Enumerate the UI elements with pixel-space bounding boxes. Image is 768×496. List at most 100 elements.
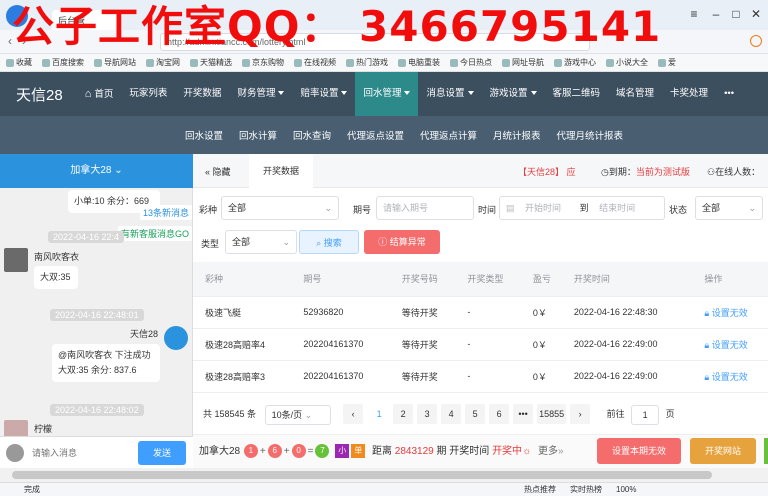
nav-item[interactable]: 卡奖处理 xyxy=(662,72,716,116)
bookmark-item[interactable]: 收藏 xyxy=(6,57,32,68)
lottery-site-button[interactable]: 开奖网站 xyxy=(690,438,756,464)
subnav-item[interactable]: 代理月统计报表 xyxy=(549,128,632,142)
status-item[interactable]: 热点推荐 xyxy=(524,485,556,494)
subnav-item[interactable]: 回水计算 xyxy=(231,128,285,142)
bookmark-label: 收藏 xyxy=(16,58,32,67)
page-number[interactable]: 1 xyxy=(369,404,390,424)
nav-item[interactable]: 回水管理 xyxy=(355,72,419,116)
bookmark-item[interactable]: 百度搜索 xyxy=(42,57,84,68)
action-label[interactable]: 设置无效 xyxy=(712,372,748,382)
action-label[interactable]: 设置无效 xyxy=(712,340,748,350)
per-page-select[interactable]: 10条/页 ⌄ xyxy=(264,404,331,425)
page-number[interactable]: ••• xyxy=(513,404,534,424)
page-number[interactable]: 6 xyxy=(489,404,510,424)
clock-icon: ◷ xyxy=(601,167,609,177)
status-item[interactable]: 实时热榜 xyxy=(570,485,602,494)
bookmark-item[interactable]: 导航网站 xyxy=(94,57,136,68)
status-select[interactable]: 全部 ⌄ xyxy=(695,196,763,220)
chat-header[interactable]: 加拿大28 ⌄ xyxy=(0,154,193,188)
panel-tabs: « 隐藏 开奖数据 【天信28】 应 ◷到期：当前为测试版 ⚇在线人数： xyxy=(193,154,768,188)
new-service-message-link[interactable]: 有新客服消息GO xyxy=(118,226,192,241)
caret-down-icon xyxy=(341,91,348,96)
nav-item-label: 玩家列表 xyxy=(129,88,168,99)
bookmark-item[interactable]: 在线视频 xyxy=(294,57,336,68)
page-number[interactable]: 3 xyxy=(417,404,438,424)
hide-sidebar-button[interactable]: « 隐藏 xyxy=(205,165,231,178)
next-page-button[interactable]: › xyxy=(570,404,591,424)
bookmark-item[interactable]: 小说大全 xyxy=(606,57,648,68)
more-label[interactable]: 更多 xyxy=(538,446,558,457)
table-cell: 202204161370 xyxy=(291,328,390,361)
subnav-item[interactable]: 代理返点计算 xyxy=(412,128,485,142)
nav-item[interactable]: 赔率设置 xyxy=(292,72,355,116)
table-cell: 0￥ xyxy=(520,296,562,329)
nav-item[interactable]: 开奖数据 xyxy=(175,72,229,116)
bookmark-item[interactable]: 淘宝网 xyxy=(146,57,180,68)
subnav-item[interactable]: 回水设置 xyxy=(177,128,231,142)
nav-item[interactable]: 客服二维码 xyxy=(545,72,609,116)
action-label[interactable]: 设置无效 xyxy=(712,308,748,318)
status-item[interactable]: 100% xyxy=(616,485,636,494)
page-number[interactable]: 5 xyxy=(465,404,486,424)
type-select[interactable]: 全部 ⌄ xyxy=(225,230,297,254)
lottery-table: 彩种 期号 开奖号码 开奖类型 盈亏 开奖时间 操作 极速飞艇 52936820 等待开奖 -0￥… xyxy=(193,262,768,393)
bookmarks-bar: 收藏 百度搜索 导航网站 淘宝网 天猫精选 京东购物 在线视频 热门游戏 电脑重装 今日热点 网址导… xyxy=(0,54,768,72)
chat-panel: 加拿大28 ⌄ 小单:10 余分：669 13条新消息 有新客服消息GO 202… xyxy=(0,154,193,468)
search-button[interactable]: ⌕ 搜索 xyxy=(299,230,359,254)
bookmark-item[interactable]: 天猫精选 xyxy=(190,57,232,68)
nav-more[interactable]: ••• xyxy=(716,72,742,116)
draw-tag: 单 xyxy=(351,444,366,459)
set-invalid-action[interactable]: 🔒︎ 设置无效 xyxy=(692,360,768,393)
bookmark-item[interactable]: 电脑重装 xyxy=(398,57,440,68)
minimize-icon[interactable]: – xyxy=(708,6,724,22)
page-number[interactable]: 4 xyxy=(441,404,462,424)
date-range-input[interactable]: ▤ 开始时间 到 结束时间 xyxy=(499,196,665,220)
bookmark-item[interactable]: 京东购物 xyxy=(242,57,284,68)
close-icon[interactable]: ✕ xyxy=(748,6,764,22)
set-invalid-action[interactable]: 🔒︎ 设置无效 xyxy=(692,328,768,361)
page-number[interactable]: 15855 xyxy=(537,404,567,424)
goto-page-input[interactable]: 1 xyxy=(631,404,660,425)
download-icon[interactable] xyxy=(750,35,762,47)
chat-message-input[interactable] xyxy=(32,443,132,463)
subnav-item[interactable]: 回水查询 xyxy=(285,128,339,142)
green-side-tab[interactable] xyxy=(764,438,768,464)
nav-item[interactable]: 域名管理 xyxy=(608,72,662,116)
nav-item[interactable]: 游戏设置 xyxy=(482,72,545,116)
page-number[interactable]: 2 xyxy=(393,404,414,424)
nav-item[interactable]: ⌂ 首页 xyxy=(77,72,122,116)
horizontal-scrollbar[interactable] xyxy=(0,468,768,482)
table-header-cell: 开奖类型 xyxy=(455,262,521,297)
table-cell: 52936820 xyxy=(291,296,390,329)
caret-down-icon xyxy=(467,91,474,96)
nav-item[interactable]: 消息设置 xyxy=(418,72,481,116)
nav-item-label: 财务管理 xyxy=(237,88,276,99)
menu-icon[interactable]: ≡ xyxy=(686,6,702,22)
game-select[interactable]: 全部 ⌄ xyxy=(221,196,339,220)
send-button[interactable]: 发送 xyxy=(138,441,186,465)
prev-page-button[interactable]: ‹ xyxy=(343,404,364,424)
chevron-down-icon: ⌄ xyxy=(304,409,313,420)
new-messages-notice[interactable]: 13条新消息 xyxy=(140,205,192,220)
period-input[interactable]: 请输入期号 xyxy=(376,196,474,220)
bookmark-item[interactable]: 网址导航 xyxy=(502,57,544,68)
subnav-item[interactable]: 代理返点设置 xyxy=(339,128,412,142)
chat-message-bubble: 大双:35 xyxy=(34,266,78,289)
emoji-icon[interactable] xyxy=(6,444,24,462)
draw-tag: 小 xyxy=(335,444,350,459)
bookmark-item[interactable]: 今日热点 xyxy=(450,57,492,68)
set-invalid-action[interactable]: 🔒︎ 设置无效 xyxy=(692,296,768,329)
bookmark-item[interactable]: 游戏中心 xyxy=(554,57,596,68)
bookmark-label: 小说大全 xyxy=(616,58,648,67)
nav-item[interactable]: 财务管理 xyxy=(229,72,292,116)
settlement-abnormal-button[interactable]: ⓘ 结算异常 xyxy=(364,230,440,254)
bookmark-item[interactable]: 热门游戏 xyxy=(346,57,388,68)
tab-lottery-data[interactable]: 开奖数据 xyxy=(249,154,313,188)
maximize-icon[interactable]: □ xyxy=(728,6,744,22)
table-cell: 0￥ xyxy=(520,328,562,361)
bookmark-item[interactable]: 爱 xyxy=(658,57,676,68)
subnav-item[interactable]: 月统计报表 xyxy=(485,128,549,142)
nav-item[interactable]: 玩家列表 xyxy=(121,72,175,116)
set-period-invalid-button[interactable]: 设置本期无效 xyxy=(597,438,681,464)
scrollbar-thumb[interactable] xyxy=(12,471,712,479)
